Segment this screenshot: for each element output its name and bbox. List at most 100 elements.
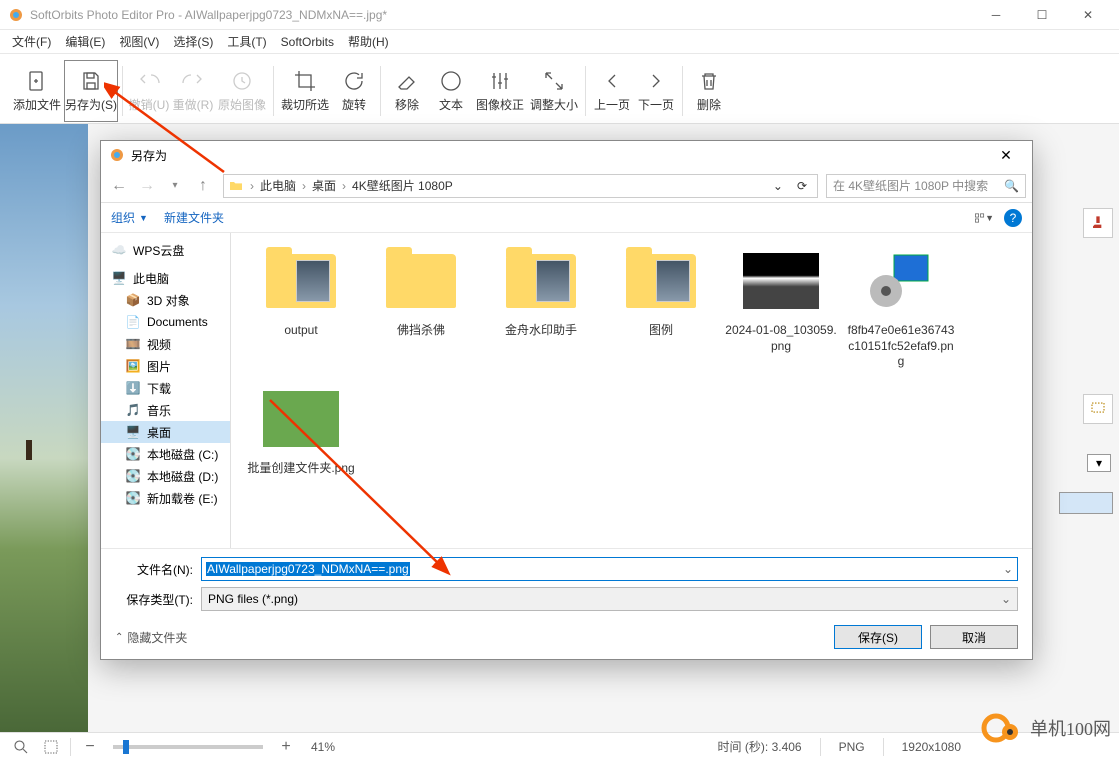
- next-button[interactable]: 下一页: [634, 60, 678, 122]
- rotate-icon: [341, 68, 367, 94]
- crop-button[interactable]: 裁切所选: [278, 60, 332, 122]
- dropdown-toggle[interactable]: ▾: [1087, 454, 1111, 472]
- main-toolbar: 添加文件 另存为(S) 撤销(U) 重做(R) 原始图像 裁切所选 旋转 移除 …: [0, 54, 1119, 124]
- zoom-out-button[interactable]: −: [79, 736, 101, 758]
- downloads-icon: ⬇️: [125, 380, 141, 396]
- filetype-combo[interactable]: PNG files (*.png) ⌄: [201, 587, 1018, 611]
- tree-item-music[interactable]: 🎵音乐: [101, 399, 230, 421]
- dialog-close-button[interactable]: ✕: [988, 142, 1024, 168]
- save-as-dialog: 另存为 ✕ ← → ▾ ↑ › 此电脑 › 桌面 › 4K壁纸图片 1080P …: [100, 140, 1033, 660]
- hide-folders-button[interactable]: ⌃ 隐藏文件夹: [115, 629, 187, 646]
- nav-forward-button[interactable]: →: [135, 174, 159, 198]
- music-icon: 🎵: [125, 402, 141, 418]
- zoom-in-button[interactable]: +: [275, 736, 297, 758]
- tree-item-wps[interactable]: ☁️WPS云盘: [101, 239, 230, 261]
- save-icon: [78, 68, 104, 94]
- file-item[interactable]: 金舟水印助手: [485, 243, 597, 373]
- correction-button[interactable]: 图像校正: [473, 60, 527, 122]
- crop-icon: [292, 68, 318, 94]
- window-titlebar: SoftOrbits Photo Editor Pro - AIWallpape…: [0, 0, 1119, 30]
- search-input[interactable]: 在 4K壁纸图片 1080P 中搜索 🔍: [826, 174, 1026, 198]
- redo-button[interactable]: 重做(R): [171, 60, 215, 122]
- menu-help[interactable]: 帮助(H): [348, 33, 389, 50]
- file-name: 金舟水印助手: [505, 323, 577, 339]
- tree-item-disk-e[interactable]: 💽新加载卷 (E:): [101, 487, 230, 509]
- text-button[interactable]: 文本: [429, 60, 473, 122]
- address-bar[interactable]: › 此电脑 › 桌面 › 4K壁纸图片 1080P ⌄ ⟳: [223, 174, 818, 198]
- undo-button[interactable]: 撤销(U): [127, 60, 171, 122]
- tree-item-disk-c[interactable]: 💽本地磁盘 (C:): [101, 443, 230, 465]
- remove-button[interactable]: 移除: [385, 60, 429, 122]
- dialog-navbar: ← → ▾ ↑ › 此电脑 › 桌面 › 4K壁纸图片 1080P ⌄ ⟳ 在 …: [101, 169, 1032, 203]
- minimize-button[interactable]: ─: [973, 1, 1019, 29]
- menu-select[interactable]: 选择(S): [173, 33, 213, 50]
- rotate-button[interactable]: 旋转: [332, 60, 376, 122]
- save-button[interactable]: 保存(S): [834, 625, 922, 649]
- folder-tree: ☁️WPS云盘 🖥️此电脑 📦3D 对象 📄Documents 🎞️视频 🖼️图…: [101, 233, 231, 548]
- save-as-button[interactable]: 另存为(S): [64, 60, 118, 122]
- file-item[interactable]: 批量创建文件夹.png: [245, 381, 357, 511]
- menu-view[interactable]: 视图(V): [119, 33, 159, 50]
- dialog-title: 另存为: [131, 147, 988, 164]
- tree-item-disk-d[interactable]: 💽本地磁盘 (D:): [101, 465, 230, 487]
- stamp-tool[interactable]: [1083, 208, 1113, 238]
- tree-item-videos[interactable]: 🎞️视频: [101, 333, 230, 355]
- new-folder-button[interactable]: 新建文件夹: [164, 209, 224, 226]
- maximize-button[interactable]: ☐: [1019, 1, 1065, 29]
- file-thumbnail: [381, 243, 461, 319]
- help-button[interactable]: ?: [1004, 209, 1022, 227]
- dialog-body: ☁️WPS云盘 🖥️此电脑 📦3D 对象 📄Documents 🎞️视频 🖼️图…: [101, 233, 1032, 548]
- tree-item-thispc[interactable]: 🖥️此电脑: [101, 267, 230, 289]
- file-item[interactable]: f8fb47e0e61e36743c10151fc52efaf9.png: [845, 243, 957, 373]
- prev-button[interactable]: 上一页: [590, 60, 634, 122]
- resize-button[interactable]: 调整大小: [527, 60, 581, 122]
- file-item[interactable]: 图例: [605, 243, 717, 373]
- panel-strip[interactable]: [1059, 492, 1113, 514]
- organize-button[interactable]: 组织 ▼: [111, 209, 148, 226]
- file-item[interactable]: output: [245, 243, 357, 373]
- file-thumbnail: [741, 243, 821, 319]
- image-canvas[interactable]: [0, 124, 88, 732]
- dialog-bottom: 文件名(N): AIWallpaperjpg0723_NDMxNA==.png …: [101, 548, 1032, 659]
- file-grid[interactable]: output 佛挡杀佛金舟水印助手 图例2024-01-08_103059.pngf…: [231, 233, 1032, 548]
- tree-item-downloads[interactable]: ⬇️下载: [101, 377, 230, 399]
- close-button[interactable]: ✕: [1065, 1, 1111, 29]
- zoom-slider[interactable]: [113, 745, 263, 749]
- folder-icon: [228, 178, 244, 194]
- file-item[interactable]: 佛挡杀佛: [365, 243, 477, 373]
- delete-button[interactable]: 删除: [687, 60, 731, 122]
- undo-icon: [136, 68, 162, 94]
- fit-screen-button[interactable]: [40, 736, 62, 758]
- tree-item-desktop[interactable]: 🖥️桌面: [101, 421, 230, 443]
- menu-edit[interactable]: 编辑(E): [65, 33, 105, 50]
- filename-input[interactable]: AIWallpaperjpg0723_NDMxNA==.png ⌄: [201, 557, 1018, 581]
- view-options-button[interactable]: ▼: [974, 208, 994, 228]
- nav-up-button[interactable]: ↑: [191, 174, 215, 198]
- filename-dropdown[interactable]: ⌄: [1003, 562, 1013, 576]
- menu-softorbits[interactable]: SoftOrbits: [281, 35, 334, 49]
- add-file-button[interactable]: 添加文件: [10, 60, 64, 122]
- history-icon: [229, 68, 255, 94]
- file-item[interactable]: 2024-01-08_103059.png: [725, 243, 837, 373]
- address-dropdown[interactable]: ⌄: [769, 179, 787, 193]
- watermark-badge: 单机100网: [980, 706, 1111, 750]
- tree-item-3d[interactable]: 📦3D 对象: [101, 289, 230, 311]
- original-button[interactable]: 原始图像: [215, 60, 269, 122]
- fit-zoom-button[interactable]: [10, 736, 32, 758]
- nav-back-button[interactable]: ←: [107, 174, 131, 198]
- badge-icon: [980, 706, 1024, 750]
- cancel-button[interactable]: 取消: [930, 625, 1018, 649]
- crop-tool[interactable]: [1083, 394, 1113, 424]
- tree-item-documents[interactable]: 📄Documents: [101, 311, 230, 333]
- redo-icon: [180, 68, 206, 94]
- pictures-icon: 🖼️: [125, 358, 141, 374]
- file-thumbnail: [621, 243, 701, 319]
- menu-tools[interactable]: 工具(T): [227, 33, 266, 50]
- tree-item-pictures[interactable]: 🖼️图片: [101, 355, 230, 377]
- nav-history-button[interactable]: ▾: [163, 174, 187, 198]
- file-name: output: [284, 323, 317, 339]
- menu-file[interactable]: 文件(F): [12, 33, 51, 50]
- dialog-titlebar: 另存为 ✕: [101, 141, 1032, 169]
- refresh-button[interactable]: ⟳: [791, 179, 813, 193]
- filetype-label: 保存类型(T):: [115, 591, 193, 608]
